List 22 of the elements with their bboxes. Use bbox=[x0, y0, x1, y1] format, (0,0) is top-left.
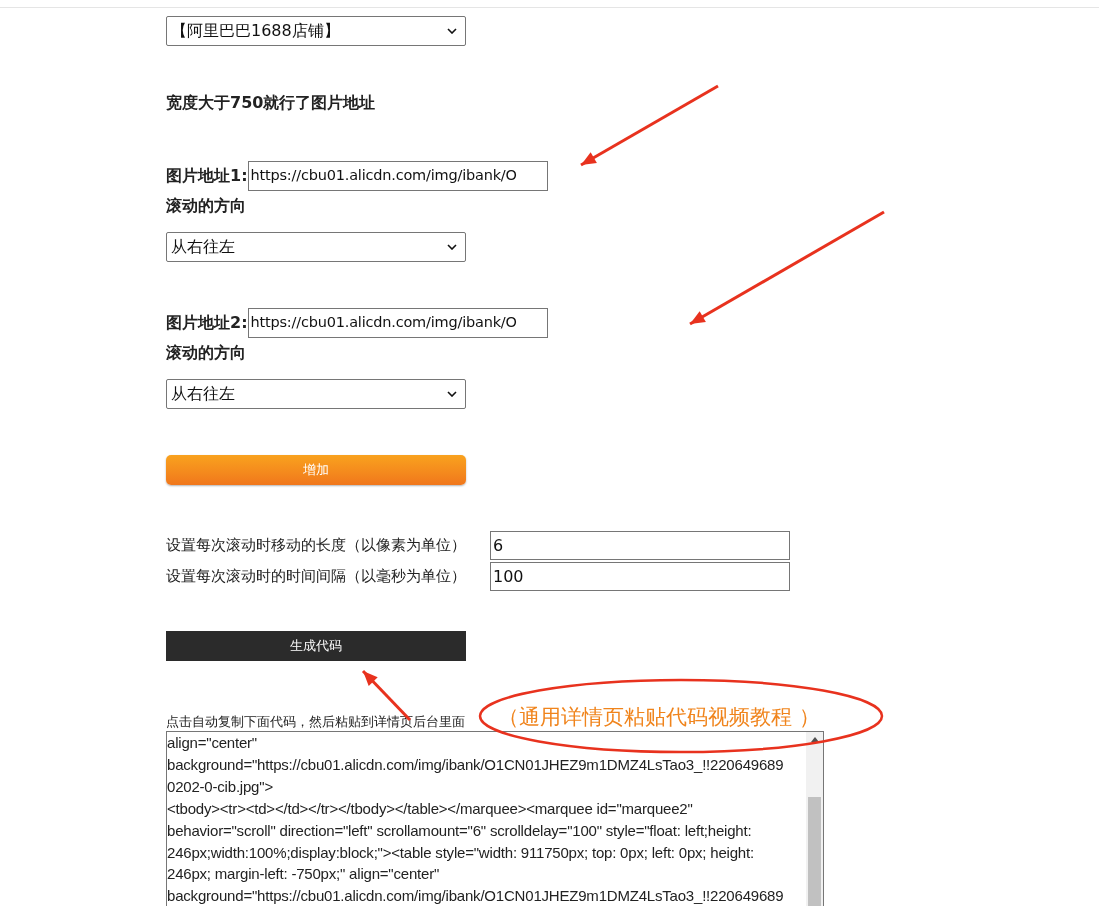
number-field[interactable]: 6 bbox=[490, 531, 790, 560]
caret-icon bbox=[447, 28, 457, 34]
generate-code-button[interactable]: 生成代码 bbox=[166, 631, 466, 661]
field-label: 滚动的方向 bbox=[166, 195, 247, 217]
scrollbar[interactable] bbox=[806, 732, 823, 906]
dropdown-select[interactable]: 【阿里巴巴1688店铺】 bbox=[166, 16, 466, 46]
url-field[interactable]: https://cbu01.alicdn.com/img/ibank/O bbox=[247, 161, 548, 191]
field-label: 设置每次滚动时的时间间隔（以毫秒为单位） bbox=[166, 566, 467, 588]
dropdown-select[interactable]: 从右往左 bbox=[166, 232, 466, 262]
field-label: 滚动的方向 bbox=[166, 342, 247, 364]
section-heading: 宽度大于750就行了图片地址 bbox=[166, 92, 377, 114]
field-label: 图片地址1: bbox=[166, 165, 248, 187]
code-textarea[interactable]: align="center" background="https://cbu01.alicdn.com/img/ibank/O1CN01JHEZ9m1DMZ4LsTao3_!!220649689 0202-0-cib.jpg"> <tbody><tr><td></td></tr></tbody></table></marquee><marquee id="marquee2" behavior="scroll" direction="left" scrollamount="6" scrolldelay="100" style="float: left;height: 246px;width:100%;display:block;"><table style="width: 911750px; top: 0px; left: 0px; height: 246px; margin-left: -750px;" align="center" background="https://cbu01.alicdn.com/img/ibank/O1CN01JHEZ9m1DMZ4LsTao3_!!220649689 bbox=[166, 731, 824, 906]
dropdown-select[interactable]: 从右往左 bbox=[166, 379, 466, 409]
field-label: 设置每次滚动时移动的长度（以像素为单位） bbox=[166, 535, 467, 557]
caret-icon bbox=[447, 391, 457, 397]
scroll-up-icon[interactable] bbox=[810, 737, 819, 742]
field-label: 图片地址2: bbox=[166, 312, 248, 334]
number-field[interactable]: 100 bbox=[490, 562, 790, 591]
url-field[interactable]: https://cbu01.alicdn.com/img/ibank/O bbox=[247, 308, 548, 338]
caret-icon bbox=[447, 244, 457, 250]
scrollbar-thumb[interactable] bbox=[808, 797, 821, 906]
